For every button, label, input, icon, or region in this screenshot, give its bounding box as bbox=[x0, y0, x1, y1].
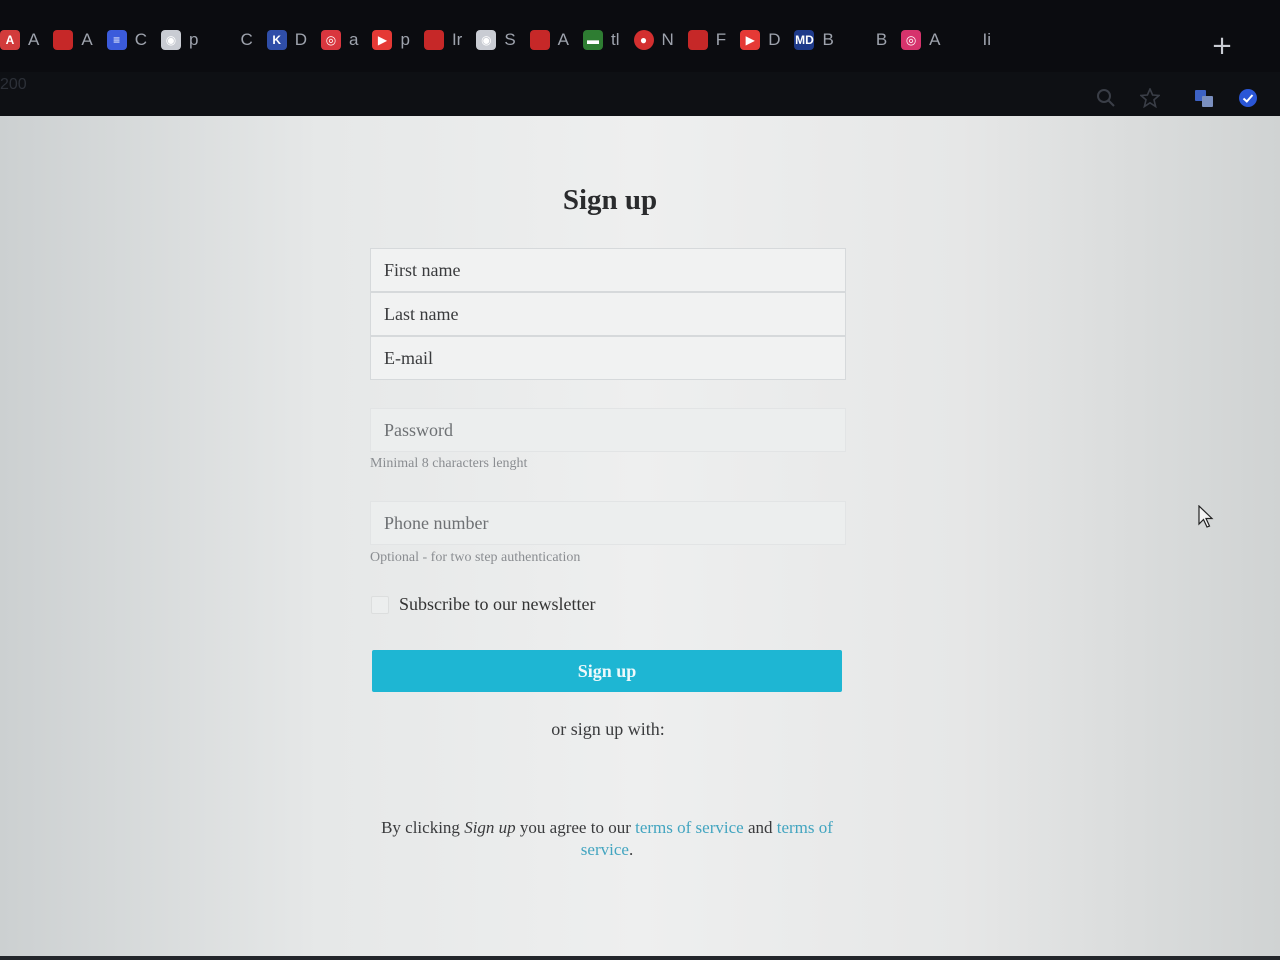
browser-tab[interactable]: AA bbox=[0, 26, 39, 54]
link-icon bbox=[53, 30, 74, 50]
new-tab-button[interactable]: + bbox=[1210, 33, 1234, 59]
translate-extension-icon[interactable] bbox=[1194, 88, 1214, 108]
browser-tab-title: B bbox=[822, 30, 834, 49]
phone-hint: Optional - for two step authentication bbox=[370, 550, 581, 565]
browser-tab-title: D bbox=[768, 30, 781, 49]
link-icon bbox=[687, 30, 708, 50]
last-name-input[interactable] bbox=[371, 293, 845, 335]
browser-tab-title: A bbox=[28, 30, 40, 49]
phone-input[interactable] bbox=[371, 502, 845, 544]
newsletter-checkbox[interactable] bbox=[371, 595, 389, 614]
tab-strip: A A A ≡ C ◉ p C K D ◎ a ▶ p Ir ◉ S A ▬ tl ● N F ▶ D MD B B ◎ A Ii bbox=[0, 24, 1005, 56]
last-name-field[interactable] bbox=[370, 292, 846, 336]
browser-tab-title: A bbox=[929, 30, 941, 49]
k-logo-icon: K bbox=[266, 30, 287, 50]
browser-tab-title: p bbox=[400, 30, 410, 49]
text-icon bbox=[848, 30, 868, 50]
terms-and: and bbox=[743, 818, 777, 837]
browser-tab[interactable]: ▬ tl bbox=[583, 26, 620, 54]
browser-tab[interactable]: ● N bbox=[633, 26, 674, 54]
browser-tab-title: a bbox=[349, 30, 359, 49]
alt-signup-text: or sign up with: bbox=[551, 719, 665, 739]
blank-icon bbox=[212, 30, 232, 50]
first-name-field[interactable] bbox=[370, 248, 846, 292]
blank-icon bbox=[955, 30, 975, 50]
browser-tab-title: Ir bbox=[451, 30, 463, 49]
browser-tab[interactable]: ◉ S bbox=[476, 26, 516, 54]
browser-tab-bar: A A A ≡ C ◉ p C K D ◎ a ▶ p Ir ◉ S A ▬ tl ● N F ▶ D MD B B ◎ A Ii + bbox=[0, 0, 1280, 72]
browser-tab[interactable]: ◎ a bbox=[321, 26, 358, 54]
browser-tab[interactable]: B bbox=[848, 26, 887, 54]
target-icon: ◎ bbox=[321, 30, 341, 50]
newsletter-option[interactable]: Subscribe to our newsletter bbox=[371, 594, 595, 615]
browser-tab-title: Ii bbox=[982, 30, 992, 49]
browser-tab[interactable]: C bbox=[212, 26, 252, 54]
browser-tab[interactable]: Ir bbox=[423, 26, 463, 54]
terms-prefix: By clicking bbox=[381, 818, 465, 837]
browser-tab[interactable]: MD B bbox=[794, 26, 834, 54]
browser-tab[interactable]: KD bbox=[266, 26, 307, 54]
link-icon bbox=[529, 30, 550, 50]
terms-notice: By clicking Sign up you agree to our ter… bbox=[372, 817, 842, 861]
browser-tab-title: tl bbox=[611, 30, 620, 49]
page-title: Sign up bbox=[562, 184, 658, 216]
sign-up-button[interactable]: Sign up bbox=[372, 650, 842, 692]
browser-tab[interactable]: ≡ C bbox=[106, 26, 147, 54]
browser-tab-title: A bbox=[81, 30, 93, 49]
terms-emphasis: Sign up bbox=[464, 818, 516, 837]
browser-tab-title: A bbox=[557, 30, 570, 49]
browser-tab-title: F bbox=[715, 30, 727, 49]
password-input[interactable] bbox=[371, 409, 845, 451]
bookmark-star-icon[interactable] bbox=[1140, 88, 1160, 108]
github-icon: ◉ bbox=[160, 30, 181, 50]
password-field[interactable] bbox=[370, 408, 846, 452]
verified-extension-icon[interactable] bbox=[1238, 88, 1258, 108]
browser-tab-title: C bbox=[134, 30, 147, 49]
browser-tab-title: S bbox=[504, 30, 516, 49]
youtube-icon: ▶ bbox=[740, 30, 761, 50]
instagram-icon: ◎ bbox=[901, 30, 922, 50]
mouse-pointer-icon bbox=[1198, 505, 1214, 528]
browser-tab[interactable]: A bbox=[53, 26, 93, 54]
password-hint: Minimal 8 characters lenght bbox=[370, 456, 528, 471]
green-bar-icon: ▬ bbox=[583, 30, 604, 50]
browser-tab-title: D bbox=[294, 30, 307, 49]
email-input[interactable] bbox=[371, 337, 845, 379]
browser-tab-title: C bbox=[240, 30, 253, 49]
browser-tab[interactable]: ◎ A bbox=[901, 26, 941, 54]
newsletter-label: Subscribe to our newsletter bbox=[399, 594, 596, 614]
browser-tab[interactable]: A bbox=[529, 26, 570, 54]
browser-toolbar bbox=[0, 72, 1280, 118]
phone-field[interactable] bbox=[370, 501, 846, 545]
browser-tab-title: B bbox=[875, 30, 888, 49]
link-icon bbox=[423, 30, 444, 50]
email-field[interactable] bbox=[370, 336, 846, 380]
letter-a-icon: A bbox=[0, 30, 20, 50]
browser-tab[interactable]: Ii bbox=[955, 26, 992, 54]
first-name-input[interactable] bbox=[371, 249, 845, 291]
browser-tab[interactable]: ▶ p bbox=[372, 26, 410, 54]
browser-tab-title: p bbox=[188, 30, 199, 49]
md-icon: MD bbox=[794, 30, 815, 50]
screen-bezel bbox=[0, 956, 1280, 960]
github-icon: ◉ bbox=[476, 30, 497, 50]
search-icon[interactable] bbox=[1096, 88, 1116, 108]
youtube-icon: ▶ bbox=[372, 30, 393, 50]
browser-tab[interactable]: ◉ p bbox=[160, 26, 199, 54]
browser-tab-title: N bbox=[661, 30, 674, 49]
docs-icon: ≡ bbox=[106, 30, 127, 50]
browser-tab[interactable]: F bbox=[687, 26, 727, 54]
address-bar-text[interactable]: 200 bbox=[0, 76, 27, 94]
terms-of-service-link[interactable]: terms of service bbox=[635, 818, 744, 837]
browser-tab[interactable]: ▶ D bbox=[740, 26, 780, 54]
terms-suffix: . bbox=[628, 840, 634, 859]
terms-middle: you agree to our bbox=[515, 818, 636, 837]
red-circle-icon: ● bbox=[633, 30, 654, 50]
